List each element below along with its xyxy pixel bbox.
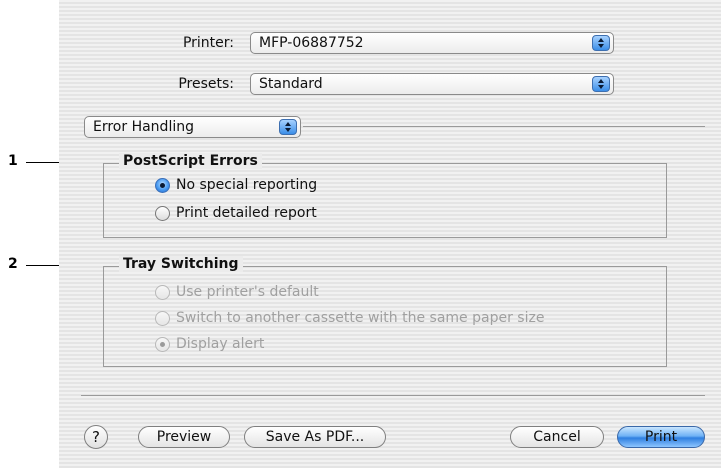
radio-switch-cassette[interactable]: Switch to another cassette with the same… (155, 310, 544, 326)
radio-label: Switch to another cassette with the same… (176, 310, 545, 326)
callout-number-2: 2 (8, 256, 18, 272)
radio-button-icon (155, 177, 170, 193)
radio-print-detailed-report[interactable]: Print detailed report (155, 205, 317, 221)
presets-popup[interactable]: Standard (250, 73, 614, 95)
radio-label: Use printer's default (176, 284, 319, 300)
stepper-arrows-icon (592, 35, 610, 51)
printer-value: MFP-06887752 (259, 35, 364, 51)
callout-number-1: 1 (8, 153, 18, 169)
radio-label: Display alert (176, 336, 265, 352)
radio-label: No special reporting (176, 177, 318, 193)
printer-popup[interactable]: MFP-06887752 (250, 32, 614, 54)
radio-button-icon (155, 310, 170, 326)
presets-value: Standard (259, 76, 323, 92)
tray-switching-title: Tray Switching (119, 256, 243, 272)
print-button[interactable]: Print (617, 426, 705, 448)
radio-button-icon (155, 336, 170, 352)
question-mark-icon: ? (92, 428, 100, 446)
preview-button[interactable]: Preview (138, 426, 230, 448)
printer-label: Printer: (182, 35, 234, 51)
radio-label: Print detailed report (176, 205, 317, 221)
radio-display-alert[interactable]: Display alert (155, 336, 264, 352)
stepper-arrows-icon (592, 76, 610, 92)
radio-button-icon (155, 205, 170, 221)
radio-use-printers-default[interactable]: Use printer's default (155, 284, 319, 300)
radio-no-special-reporting[interactable]: No special reporting (155, 177, 317, 193)
print-dialog: Printer: MFP-06887752 Presets: Standard … (59, 0, 721, 468)
panel-selector-value: Error Handling (93, 119, 194, 135)
postscript-errors-group (103, 163, 667, 238)
panel-separator (303, 126, 705, 127)
radio-button-icon (155, 284, 170, 300)
presets-label: Presets: (178, 76, 234, 92)
cancel-button[interactable]: Cancel (510, 426, 604, 448)
stepper-arrows-icon (279, 119, 297, 135)
help-button[interactable]: ? (84, 425, 108, 449)
save-as-pdf-button[interactable]: Save As PDF... (244, 426, 386, 448)
panel-selector-popup[interactable]: Error Handling (84, 116, 301, 138)
postscript-errors-title: PostScript Errors (119, 153, 262, 169)
bottom-separator (81, 395, 705, 396)
